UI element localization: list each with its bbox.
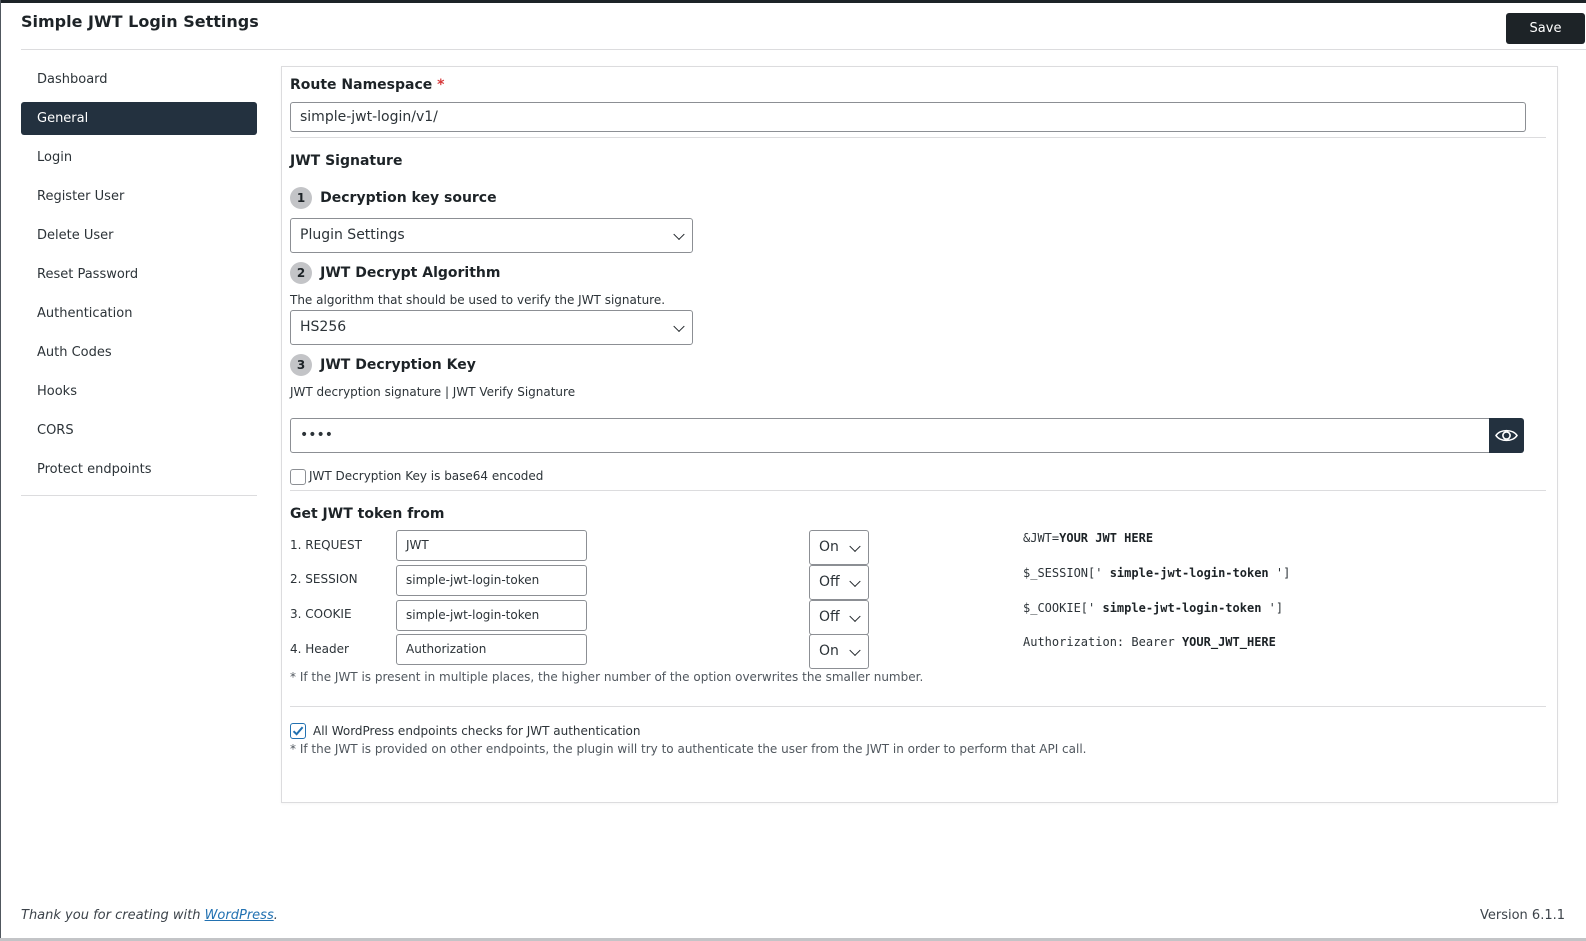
sidebar-item-authentication[interactable]: Authentication (21, 297, 257, 330)
sidebar-item-protect-endpoints[interactable]: Protect endpoints (21, 453, 257, 486)
decryption-key-source-title: 1 Decryption key source (290, 187, 497, 209)
example-prefix: $_COOKIE[' (1023, 601, 1103, 615)
header-param-input[interactable]: Authorization (396, 634, 587, 665)
request-example: &JWT=YOUR JWT HERE (1023, 531, 1153, 545)
jwt-decryption-key-input[interactable]: •••• (290, 418, 1490, 453)
session-toggle-select[interactable]: Off (809, 565, 869, 600)
route-namespace-label-text: Route Namespace (290, 77, 433, 93)
eye-icon (1495, 429, 1518, 442)
sidebar-item-auth-codes[interactable]: Auth Codes (21, 336, 257, 369)
header-divider (21, 49, 1586, 50)
footer-credit: Thank you for creating with WordPress. (21, 908, 278, 923)
request-param-input[interactable]: JWT (396, 530, 587, 561)
example-prefix: Authorization: Bearer (1023, 635, 1182, 649)
select-value: Off (819, 574, 840, 590)
example-prefix: &JWT= (1023, 531, 1060, 545)
route-namespace-input[interactable]: simple-jwt-login/v1/ (290, 102, 1526, 132)
jwt-signature-heading: JWT Signature (290, 153, 403, 169)
route-namespace-label: Route Namespace * (290, 77, 444, 93)
base64-label: JWT Decryption Key is base64 encoded (309, 469, 544, 483)
footer-credit-prefix: Thank you for creating with (21, 908, 205, 923)
get-token-heading: Get JWT token from (290, 506, 445, 522)
chevron-down-icon (849, 575, 861, 587)
sidebar-item-login[interactable]: Login (21, 141, 257, 174)
example-suffix: '] (1268, 566, 1291, 580)
all-endpoints-label: All WordPress endpoints checks for JWT a… (313, 724, 641, 738)
toggle-visibility-button[interactable] (1489, 418, 1524, 453)
session-example: $_SESSION[' simple-jwt-login-token '] (1023, 566, 1290, 580)
decryption-key-description: JWT decryption signature | JWT Verify Si… (290, 385, 576, 399)
example-suffix: '] (1261, 601, 1284, 615)
decryption-key-source-select[interactable]: Plugin Settings (290, 218, 693, 253)
section-divider (290, 706, 1546, 707)
step-title: Decryption key source (320, 190, 497, 206)
sidebar-item-general[interactable]: General (21, 102, 257, 135)
sidebar: Dashboard General Login Register User De… (21, 63, 257, 492)
example-value: simple-jwt-login-token (1102, 601, 1262, 615)
save-button[interactable]: Save (1506, 13, 1585, 44)
section-divider (290, 490, 1546, 491)
cookie-example: $_COOKIE[' simple-jwt-login-token '] (1023, 601, 1283, 615)
sidebar-item-cors[interactable]: CORS (21, 414, 257, 447)
version-label: Version 6.1.1 (1479, 908, 1565, 923)
request-toggle-select[interactable]: On (809, 530, 869, 565)
settings-panel: Route Namespace * simple-jwt-login/v1/ J… (281, 66, 1558, 803)
footer-credit-suffix: . (273, 908, 278, 923)
select-value: HS256 (300, 319, 347, 335)
chevron-down-icon (673, 320, 685, 332)
sidebar-item-dashboard[interactable]: Dashboard (21, 63, 257, 96)
left-border (0, 0, 1, 941)
step-badge: 3 (290, 354, 312, 376)
chevron-down-icon (673, 228, 685, 240)
request-label: 1. REQUEST (290, 538, 362, 552)
base64-checkbox[interactable] (290, 469, 306, 485)
jwt-decrypt-algorithm-title: 2 JWT Decrypt Algorithm (290, 262, 500, 284)
sidebar-item-reset-password[interactable]: Reset Password (21, 258, 257, 291)
step-badge: 2 (290, 262, 312, 284)
jwt-algorithm-select[interactable]: HS256 (290, 310, 693, 345)
header-toggle-select[interactable]: On (809, 634, 869, 669)
sidebar-divider (21, 495, 257, 496)
select-value: On (819, 539, 839, 555)
required-marker: * (437, 77, 445, 93)
cookie-label: 3. COOKIE (290, 607, 352, 621)
algorithm-description: The algorithm that should be used to ver… (290, 293, 666, 307)
select-value: Off (819, 609, 840, 625)
step-title: JWT Decryption Key (320, 357, 476, 373)
page-title: Simple JWT Login Settings (21, 12, 259, 31)
sidebar-item-register-user[interactable]: Register User (21, 180, 257, 213)
chevron-down-icon (849, 644, 861, 656)
step-badge: 1 (290, 187, 312, 209)
select-value: On (819, 643, 839, 659)
all-endpoints-note: * If the JWT is provided on other endpoi… (290, 742, 1087, 756)
example-value: simple-jwt-login-token (1109, 566, 1269, 580)
chevron-down-icon (849, 610, 861, 622)
example-value: YOUR_JWT_HERE (1181, 635, 1276, 649)
wordpress-link[interactable]: WordPress (205, 908, 274, 923)
cookie-param-input[interactable]: simple-jwt-login-token (396, 600, 587, 631)
header-label: 4. Header (290, 642, 349, 656)
sidebar-item-hooks[interactable]: Hooks (21, 375, 257, 408)
jwt-decryption-key-title: 3 JWT Decryption Key (290, 354, 476, 376)
section-divider (290, 137, 1546, 138)
step-title: JWT Decrypt Algorithm (320, 265, 501, 281)
session-param-input[interactable]: simple-jwt-login-token (396, 565, 587, 596)
checkmark-icon (292, 726, 304, 736)
cookie-toggle-select[interactable]: Off (809, 600, 869, 635)
session-label: 2. SESSION (290, 572, 358, 586)
token-priority-note: * If the JWT is present in multiple plac… (290, 670, 924, 684)
example-prefix: $_SESSION[' (1023, 566, 1110, 580)
top-border (0, 0, 1586, 3)
example-value: YOUR JWT HERE (1059, 531, 1154, 545)
sidebar-item-delete-user[interactable]: Delete User (21, 219, 257, 252)
all-endpoints-checkbox[interactable] (290, 723, 306, 739)
select-value: Plugin Settings (300, 227, 405, 243)
chevron-down-icon (849, 540, 861, 552)
header-example: Authorization: Bearer YOUR_JWT_HERE (1023, 635, 1276, 649)
